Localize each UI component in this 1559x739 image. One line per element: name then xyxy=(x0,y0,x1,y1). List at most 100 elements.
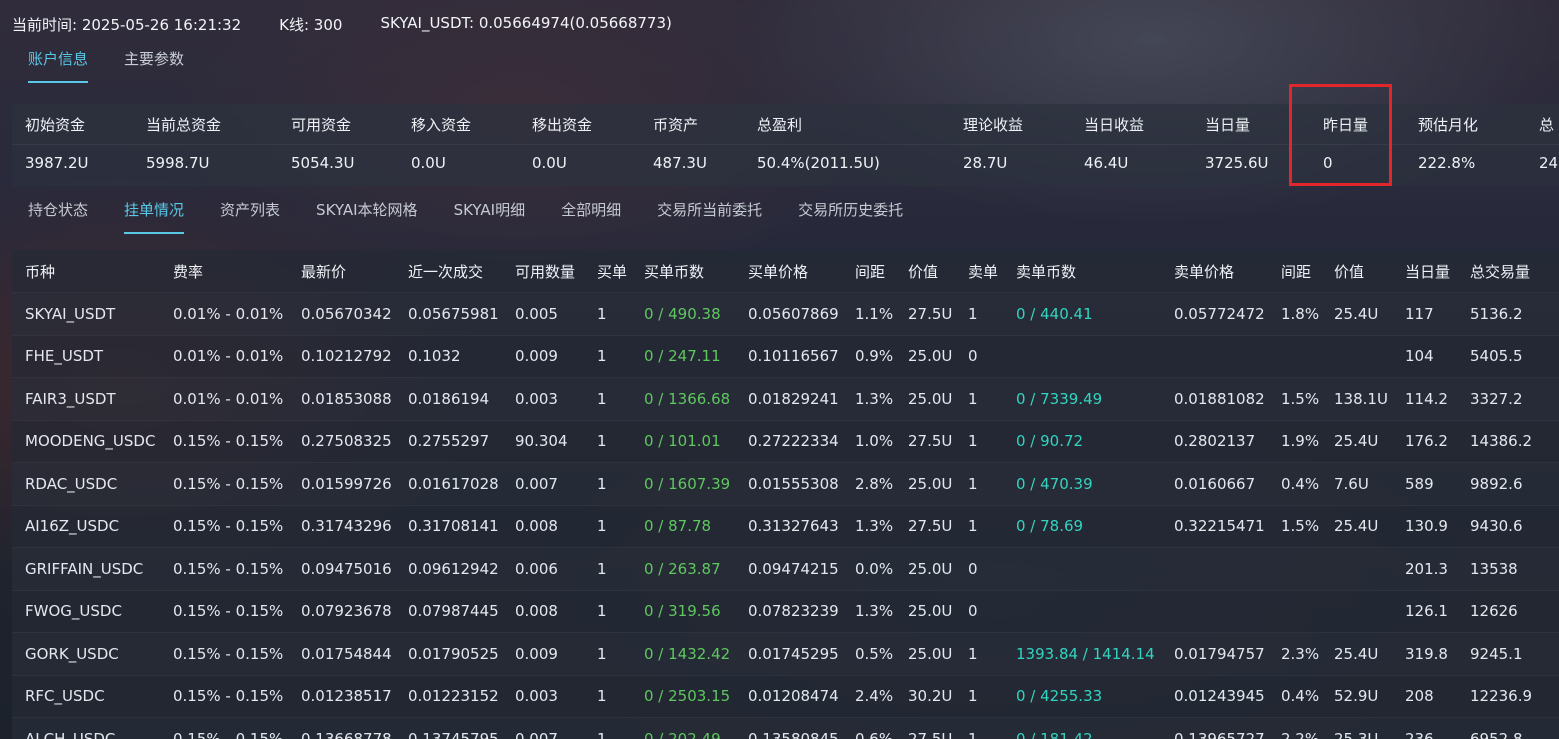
cell-latest-price: 0.13668778 xyxy=(301,717,408,739)
kline-interval: K线: 300 xyxy=(279,16,343,34)
cell-sell-price: 0.01243945 xyxy=(1174,674,1281,718)
value-today-volume: 3725.6U xyxy=(1205,154,1269,172)
cell-sell-amount xyxy=(1016,589,1174,633)
cell-sell-orders: 0 xyxy=(968,547,1016,590)
cell-last-trade: 0.01223152 xyxy=(408,674,515,718)
table-row[interactable]: FAIR3_USDT 0.01% - 0.01% 0.01853088 0.01861… xyxy=(12,377,1559,420)
cell-sell-price xyxy=(1174,334,1281,378)
tab-all-detail[interactable]: 全部明细 xyxy=(561,199,621,234)
cell-buy-spacing: 1.1% xyxy=(855,292,908,335)
cell-sell-amount xyxy=(1016,547,1174,590)
cell-buy-price: 0.13580845 xyxy=(748,717,855,739)
cell-buy-price: 0.31327643 xyxy=(748,504,855,548)
cell-sell-amount: 1393.84 / 1414.14 xyxy=(1016,632,1174,675)
cell-today-volume: 201.3 xyxy=(1405,547,1470,590)
tab-exchange-current[interactable]: 交易所当前委托 xyxy=(657,199,762,234)
cell-sell-spacing: 2.2% xyxy=(1281,717,1334,739)
cell-last-trade: 0.1032 xyxy=(408,334,515,378)
tab-asset-list[interactable]: 资产列表 xyxy=(220,199,280,234)
cell-sell-spacing: 1.5% xyxy=(1281,504,1334,548)
cell-sell-spacing: 1.9% xyxy=(1281,419,1334,463)
cell-buy-spacing: 1.3% xyxy=(855,377,908,420)
cell-fee-rate: 0.01% - 0.01% xyxy=(173,292,301,335)
cell-fee-rate: 0.15% - 0.15% xyxy=(173,717,301,739)
cell-buy-spacing: 2.8% xyxy=(855,462,908,505)
header-total-truncated: 总 xyxy=(1539,116,1555,134)
cell-fee-rate: 0.01% - 0.01% xyxy=(173,377,301,420)
header-col-fee-rate: 费率 xyxy=(173,262,204,281)
cell-buy-value: 25.0U xyxy=(908,589,968,633)
cell-sell-spacing: 1.8% xyxy=(1281,292,1334,335)
tab-coin-detail[interactable]: SKYAI明细 xyxy=(454,199,526,234)
tab-exchange-history[interactable]: 交易所历史委托 xyxy=(798,199,903,234)
cell-buy-value: 27.5U xyxy=(908,717,968,739)
cell-buy-amount: 0 / 87.78 xyxy=(644,504,748,548)
cell-symbol: FAIR3_USDT xyxy=(12,377,173,420)
header-col-available-qty: 可用数量 xyxy=(515,262,576,281)
cell-latest-price: 0.05670342 xyxy=(301,292,408,335)
cell-latest-price: 0.01853088 xyxy=(301,377,408,420)
cell-sell-orders: 1 xyxy=(968,292,1016,335)
table-row[interactable]: RFC_USDC 0.15% - 0.15% 0.01238517 0.0122315… xyxy=(12,674,1559,718)
value-available-funds: 5054.3U xyxy=(291,154,355,172)
cell-sell-price: 0.2802137 xyxy=(1174,419,1281,463)
cell-buy-orders: 1 xyxy=(597,547,644,590)
tab-account-info[interactable]: 账户信息 xyxy=(28,48,89,83)
cell-symbol: FWOG_USDC xyxy=(12,589,173,633)
cell-sell-price xyxy=(1174,547,1281,590)
cell-sell-value xyxy=(1334,589,1405,633)
cell-buy-amount: 0 / 101.01 xyxy=(644,419,748,463)
cell-available-qty: 0.007 xyxy=(515,717,597,739)
table-row[interactable]: FWOG_USDC 0.15% - 0.15% 0.07923678 0.079874… xyxy=(12,589,1559,633)
table-row[interactable]: RDAC_USDC 0.15% - 0.15% 0.01599726 0.016170… xyxy=(12,462,1559,505)
orders-table-container: 币种 费率 最新价 近一次成交 可用数量 买单 买单币数 买单价格 间距 价值 卖单 卖单币数 卖单价格… xyxy=(12,250,1559,739)
tab-open-orders[interactable]: 挂单情况 xyxy=(124,199,185,234)
tab-positions[interactable]: 持仓状态 xyxy=(28,199,88,234)
cell-buy-amount: 0 / 202.49 xyxy=(644,717,748,739)
cell-sell-spacing xyxy=(1281,334,1334,378)
cell-fee-rate: 0.15% - 0.15% xyxy=(173,632,301,675)
cell-available-qty: 0.003 xyxy=(515,674,597,718)
cell-buy-value: 27.5U xyxy=(908,292,968,335)
cell-buy-amount: 0 / 1607.39 xyxy=(644,462,748,505)
cell-buy-price: 0.01208474 xyxy=(748,674,855,718)
cell-available-qty: 0.008 xyxy=(515,589,597,633)
value-transfer-out: 0.0U xyxy=(532,154,567,172)
cell-symbol: RFC_USDC xyxy=(12,674,173,718)
cell-symbol: RDAC_USDC xyxy=(12,462,173,505)
cell-sell-spacing xyxy=(1281,547,1334,590)
cell-latest-price: 0.07923678 xyxy=(301,589,408,633)
tab-current-grid[interactable]: SKYAI本轮网格 xyxy=(316,199,418,234)
value-est-monthly: 222.8% xyxy=(1418,154,1476,172)
cell-fee-rate: 0.15% - 0.15% xyxy=(173,674,301,718)
cell-buy-spacing: 1.3% xyxy=(855,589,908,633)
table-row[interactable]: ALCH_USDC 0.15% - 0.15% 0.13668778 0.137457… xyxy=(12,717,1559,739)
cell-symbol: FHE_USDT xyxy=(12,334,173,378)
cell-total-volume: 5405.5 xyxy=(1470,334,1559,378)
tab-main-params[interactable]: 主要参数 xyxy=(124,48,184,83)
cell-buy-price: 0.10116567 xyxy=(748,334,855,378)
cell-today-volume: 126.1 xyxy=(1405,589,1470,633)
cell-sell-amount: 0 / 90.72 xyxy=(1016,419,1174,463)
header-initial-funds: 初始资金 xyxy=(25,116,86,134)
value-total-truncated: 24 xyxy=(1539,154,1559,172)
cell-sell-value xyxy=(1334,334,1405,378)
table-row[interactable]: FHE_USDT 0.01% - 0.01% 0.10212792 0.1032 0.0… xyxy=(12,334,1559,378)
table-row[interactable]: MOODENG_USDC 0.15% - 0.15% 0.27508325 0.275… xyxy=(12,419,1559,463)
cell-total-volume: 12236.9 xyxy=(1470,674,1559,718)
cell-sell-spacing: 0.4% xyxy=(1281,674,1334,718)
cell-symbol: GRIFFAIN_USDC xyxy=(12,547,173,590)
cell-buy-value: 27.5U xyxy=(908,504,968,548)
table-row[interactable]: GRIFFAIN_USDC 0.15% - 0.15% 0.09475016 0.09… xyxy=(12,547,1559,590)
cell-latest-price: 0.01754844 xyxy=(301,632,408,675)
cell-total-volume: 13538 xyxy=(1470,547,1559,590)
cell-sell-orders: 1 xyxy=(968,674,1016,718)
table-row[interactable]: AI16Z_USDC 0.15% - 0.15% 0.31743296 0.31708… xyxy=(12,504,1559,548)
table-row[interactable]: SKYAI_USDT 0.01% - 0.01% 0.05670342 0.05675… xyxy=(12,292,1559,335)
cell-sell-price: 0.32215471 xyxy=(1174,504,1281,548)
cell-fee-rate: 0.15% - 0.15% xyxy=(173,589,301,633)
value-total-funds: 5998.7U xyxy=(146,154,210,172)
value-total-profit: 50.4%(2011.5U) xyxy=(757,154,880,172)
cell-buy-value: 25.0U xyxy=(908,334,968,378)
table-row[interactable]: GORK_USDC 0.15% - 0.15% 0.01754844 0.017905… xyxy=(12,632,1559,675)
